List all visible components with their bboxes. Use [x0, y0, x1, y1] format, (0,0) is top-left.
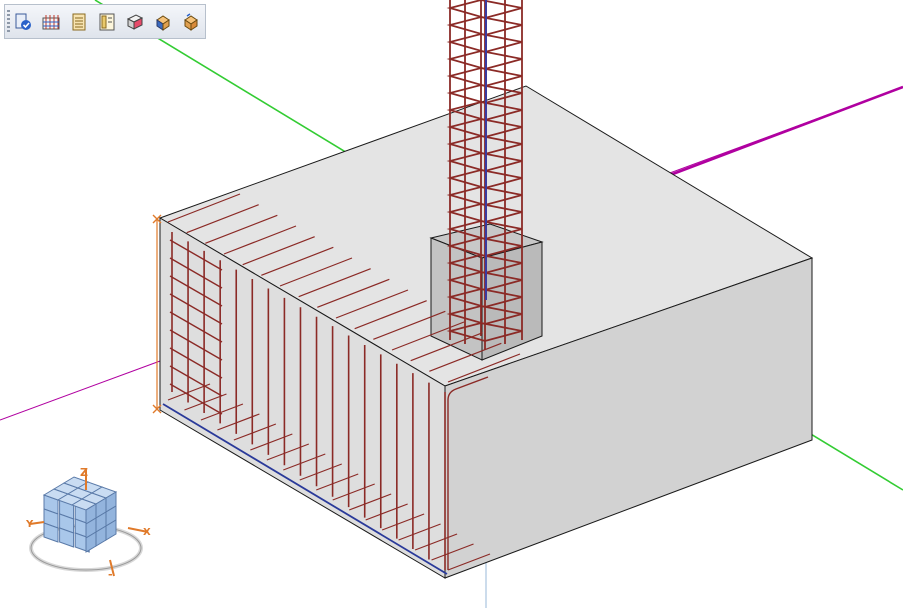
axis-z-label[interactable]: Z	[80, 466, 88, 479]
section-tool-button[interactable]	[123, 10, 147, 34]
frame-tool-button[interactable]	[95, 10, 119, 34]
solid-edit-icon	[156, 14, 170, 31]
rebar-tool-button[interactable]	[39, 10, 63, 34]
toolbar-grip[interactable]	[7, 10, 10, 34]
view-cube[interactable]: Z X Y -	[25, 466, 151, 581]
solid-tool-b-button[interactable]	[179, 10, 203, 34]
solid-tool-a-button[interactable]	[151, 10, 175, 34]
frame-view-icon	[99, 13, 115, 30]
view-cube-body[interactable]	[42, 476, 118, 553]
section-block-icon	[126, 13, 144, 30]
layer-stack-icon	[72, 13, 86, 30]
solid-edit-alt-icon	[184, 12, 198, 31]
3d-viewport[interactable]: Z X Y -	[0, 0, 903, 608]
select-check-icon	[15, 13, 31, 30]
modeling-toolbar	[4, 4, 206, 39]
select-tool-button[interactable]	[11, 10, 35, 34]
axis-negative-label[interactable]: -	[108, 568, 113, 581]
axis-y-label[interactable]: Y	[25, 519, 34, 530]
rebar-mesh-icon	[42, 14, 60, 29]
layer-tool-button[interactable]	[67, 10, 91, 34]
axis-x-label[interactable]: X	[143, 527, 151, 538]
